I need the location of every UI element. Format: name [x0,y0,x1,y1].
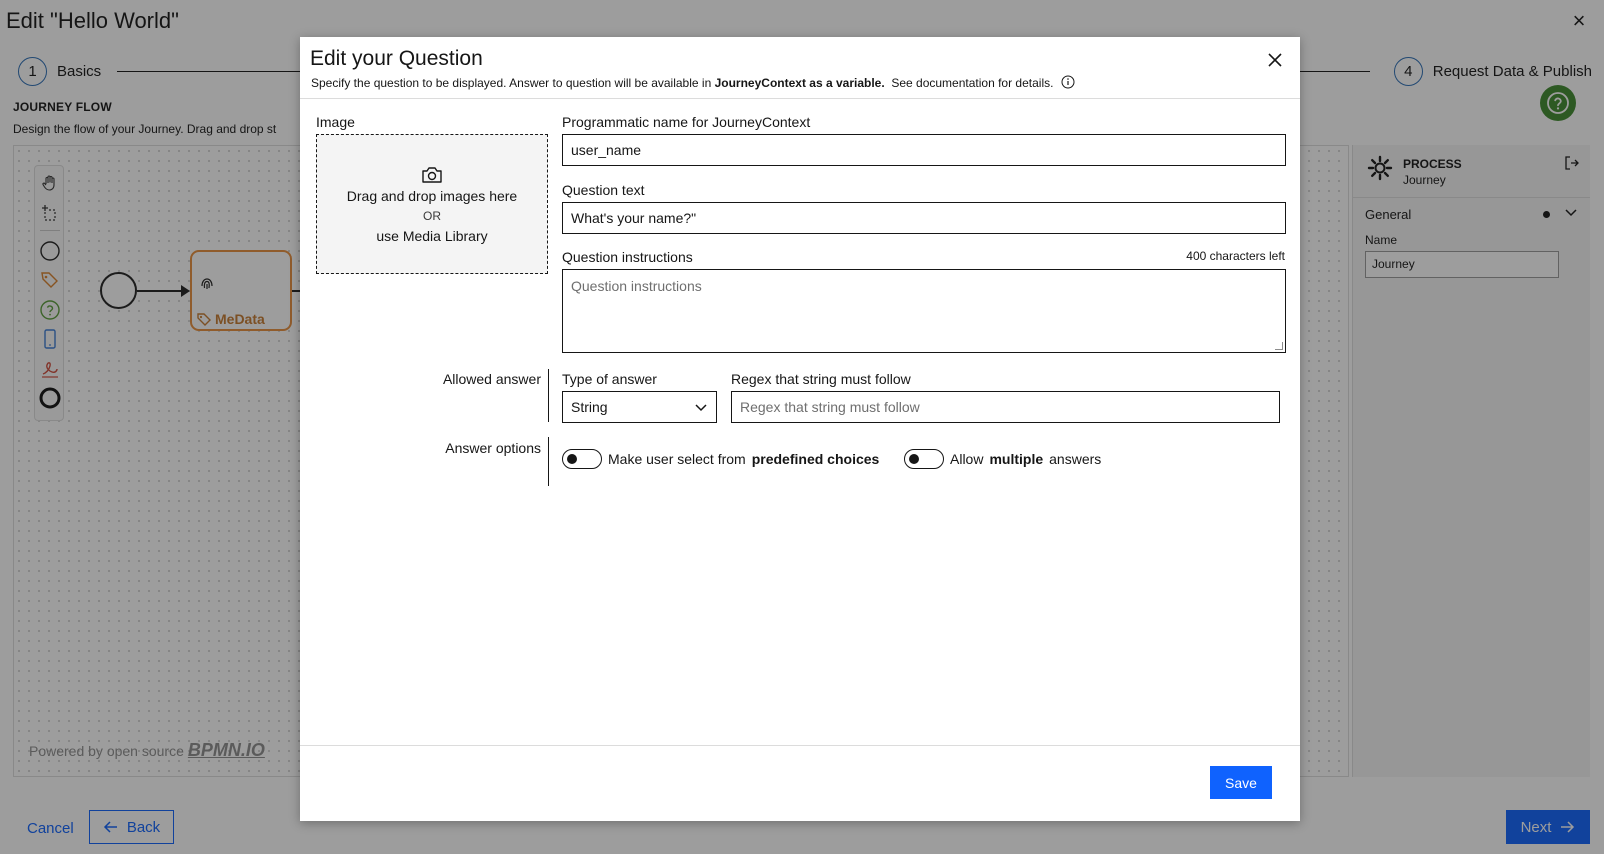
instructions-label: Question instructions [562,249,693,265]
media-library-link[interactable]: use Media Library [376,228,487,244]
dropzone-or: OR [423,208,441,223]
section-rule [548,369,549,422]
dropzone-text: Drag and drop images here [346,187,518,204]
multiple-answers-toggle-row: Allow multiple answers [904,449,1101,469]
chevron-down-icon [695,404,707,412]
predefined-choices-toggle-row: Make user select from predefined choices [562,449,879,469]
info-icon[interactable] [1061,75,1075,89]
answer-type-value: String [571,399,608,415]
answer-type-select[interactable]: String [562,391,717,423]
predefined-choices-toggle[interactable] [562,449,602,469]
regex-label: Regex that string must follow [731,371,911,387]
multiple-toggle-label: Allow [950,451,984,467]
programmatic-name-label: Programmatic name for JourneyContext [562,114,811,130]
modal-title: Edit your Question [310,47,483,70]
image-dropzone[interactable]: Drag and drop images here OR use Media L… [316,134,548,274]
modal-subtitle: Specify the question to be displayed. An… [311,75,1075,90]
instructions-char-count: 400 characters left [1186,249,1285,263]
regex-input[interactable]: Regex that string must follow [731,391,1280,423]
modal-subtitle-docs: See documentation for details. [891,76,1054,90]
toggle-knob [909,454,919,464]
question-text-input[interactable]: What's your name?" [562,202,1286,234]
predefined-toggle-bold: predefined choices [751,451,880,467]
programmatic-name-input[interactable]: user_name [562,134,1286,166]
multiple-toggle-suffix: answers [1049,451,1102,467]
instructions-placeholder: Question instructions [571,278,702,294]
close-icon[interactable] [1266,51,1284,69]
camera-icon [422,166,442,183]
allowed-answer-label: Allowed answer [442,371,541,387]
resize-handle[interactable] [1275,342,1283,350]
modal-subtitle-bold: JourneyContext as a variable. [714,76,885,90]
predefined-toggle-label: Make user select from [608,451,746,467]
save-button[interactable]: Save [1210,766,1272,799]
multiple-toggle-bold: multiple [989,451,1044,467]
modal-footer-divider [300,745,1300,746]
edit-question-modal: Edit your Question Specify the question … [300,37,1300,821]
modal-subtitle-text: Specify the question to be displayed. An… [311,76,712,90]
image-label: Image [316,114,355,130]
multiple-answers-toggle[interactable] [904,449,944,469]
section-rule [548,437,549,486]
modal-header-divider [300,98,1300,99]
answer-type-label: Type of answer [562,371,657,387]
question-text-label: Question text [562,182,645,198]
answer-options-label: Answer options [445,440,541,456]
toggle-knob [567,454,577,464]
instructions-textarea[interactable]: Question instructions [562,269,1286,353]
